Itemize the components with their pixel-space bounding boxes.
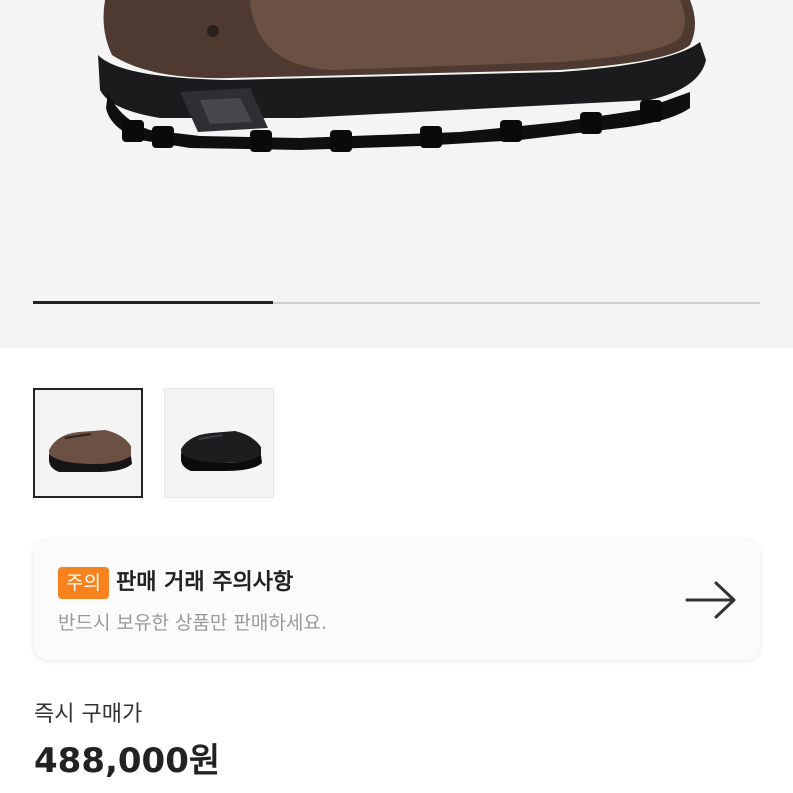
brown-shoe-thumbnail <box>49 430 132 472</box>
instant-buy-price: 488,000원 <box>34 741 221 781</box>
sale-notice-card[interactable]: 주의 판매 거래 주의사항 반드시 보유한 상품만 판매하세요. <box>34 540 760 660</box>
gallery-progress-fill <box>33 301 273 304</box>
arrow-right-icon[interactable] <box>684 580 740 620</box>
notice-subtitle: 반드시 보유한 상품만 판매하세요. <box>58 612 327 634</box>
shoe-image <box>98 0 706 152</box>
product-image-hero[interactable] <box>0 0 793 348</box>
thumbnail-brown-shoe[interactable] <box>33 388 143 498</box>
black-shoe-thumbnail <box>181 431 262 471</box>
notice-badge: 주의 <box>58 567 109 599</box>
gallery-progress-bar <box>33 301 760 304</box>
thumbnail-black-shoe[interactable] <box>164 388 274 498</box>
instant-buy-price-label: 즉시 구매가 <box>34 702 143 727</box>
notice-title: 판매 거래 주의사항 <box>116 570 294 595</box>
